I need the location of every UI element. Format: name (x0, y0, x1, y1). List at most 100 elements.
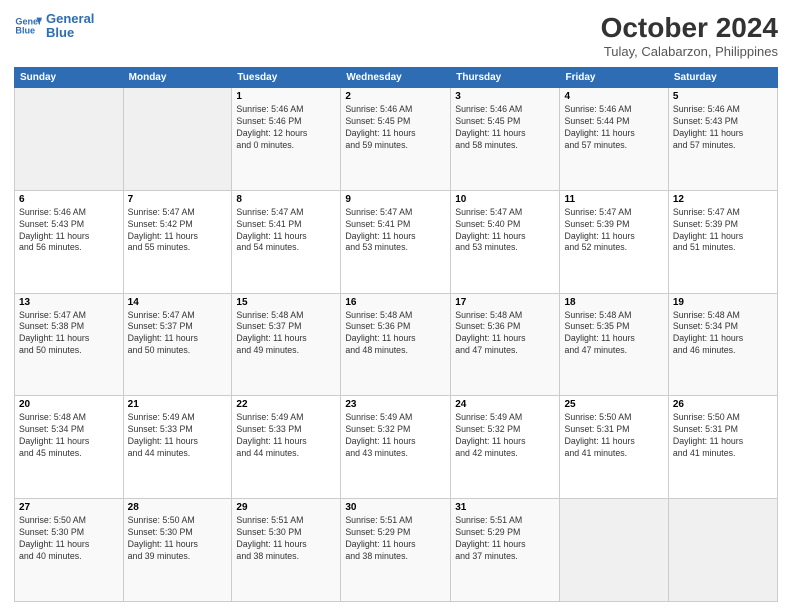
calendar-header-friday: Friday (560, 68, 668, 88)
day-info: Sunrise: 5:51 AM Sunset: 5:30 PM Dayligh… (236, 515, 336, 563)
calendar-cell: 17Sunrise: 5:48 AM Sunset: 5:36 PM Dayli… (451, 293, 560, 396)
calendar-header-row: SundayMondayTuesdayWednesdayThursdayFrid… (15, 68, 778, 88)
day-number: 30 (345, 502, 446, 513)
day-info: Sunrise: 5:48 AM Sunset: 5:37 PM Dayligh… (236, 310, 336, 358)
calendar-table: SundayMondayTuesdayWednesdayThursdayFrid… (14, 67, 778, 602)
day-info: Sunrise: 5:48 AM Sunset: 5:36 PM Dayligh… (345, 310, 446, 358)
day-info: Sunrise: 5:48 AM Sunset: 5:34 PM Dayligh… (19, 412, 119, 460)
calendar-cell: 15 Sunrise: 5:48 AM Sunset: 5:37 PM Dayli… (232, 293, 341, 396)
day-info: Sunrise: 5:48 AM Sunset: 5:35 PM Dayligh… (564, 310, 663, 358)
day-info: Sunrise: 5:46 AM Sunset: 5:44 PM Dayligh… (564, 104, 663, 152)
calendar-cell: 18 Sunrise: 5:48 AM Sunset: 5:35 PM Dayli… (560, 293, 668, 396)
calendar-cell: 21 Sunrise: 5:49 AM Sunset: 5:33 PM Dayli… (123, 396, 232, 499)
calendar-cell: 13Sunrise: 5:47 AM Sunset: 5:38 PM Dayli… (15, 293, 124, 396)
calendar-cell: 3 Sunrise: 5:46 AM Sunset: 5:45 PM Daylig… (451, 88, 560, 191)
calendar-cell: 8 Sunrise: 5:47 AM Sunset: 5:41 PM Daylig… (232, 190, 341, 293)
calendar-header-thursday: Thursday (451, 68, 560, 88)
calendar-cell: 19Sunrise: 5:48 AM Sunset: 5:34 PM Dayli… (668, 293, 777, 396)
calendar-cell: 6 Sunrise: 5:46 AM Sunset: 5:43 PM Daylig… (15, 190, 124, 293)
calendar-header-monday: Monday (123, 68, 232, 88)
day-info: Sunrise: 5:48 AM Sunset: 5:36 PM Dayligh… (455, 310, 555, 358)
day-info: Sunrise: 5:47 AM Sunset: 5:38 PM Dayligh… (19, 310, 119, 358)
day-number: 20 (19, 399, 119, 410)
logo: General Blue General Blue (14, 12, 94, 41)
day-info: Sunrise: 5:51 AM Sunset: 5:29 PM Dayligh… (345, 515, 446, 563)
day-info: Sunrise: 5:49 AM Sunset: 5:32 PM Dayligh… (345, 412, 446, 460)
day-number: 29 (236, 502, 336, 513)
svg-text:Blue: Blue (15, 26, 35, 36)
main-title: October 2024 (601, 12, 778, 44)
calendar-cell: 24 Sunrise: 5:49 AM Sunset: 5:32 PM Dayli… (451, 396, 560, 499)
day-info: Sunrise: 5:47 AM Sunset: 5:42 PM Dayligh… (128, 207, 228, 255)
day-info: Sunrise: 5:47 AM Sunset: 5:37 PM Dayligh… (128, 310, 228, 358)
day-info: Sunrise: 5:47 AM Sunset: 5:39 PM Dayligh… (564, 207, 663, 255)
day-number: 3 (455, 91, 555, 102)
logo-line2: Blue (46, 26, 94, 40)
calendar-header-saturday: Saturday (668, 68, 777, 88)
calendar-cell: 26 Sunrise: 5:50 AM Sunset: 5:31 PM Dayli… (668, 396, 777, 499)
day-number: 1 (236, 91, 336, 102)
calendar-cell: 30 Sunrise: 5:51 AM Sunset: 5:29 PM Dayli… (341, 499, 451, 602)
day-number: 25 (564, 399, 663, 410)
calendar-header-wednesday: Wednesday (341, 68, 451, 88)
calendar-cell: 25Sunrise: 5:50 AM Sunset: 5:31 PM Dayli… (560, 396, 668, 499)
day-number: 6 (19, 194, 119, 205)
day-number: 21 (128, 399, 228, 410)
calendar-cell: 14 Sunrise: 5:47 AM Sunset: 5:37 PM Dayli… (123, 293, 232, 396)
calendar-cell: 4Sunrise: 5:46 AM Sunset: 5:44 PM Daylig… (560, 88, 668, 191)
day-number: 18 (564, 297, 663, 308)
calendar-week-row: 13Sunrise: 5:47 AM Sunset: 5:38 PM Dayli… (15, 293, 778, 396)
day-info: Sunrise: 5:46 AM Sunset: 5:46 PM Dayligh… (236, 104, 336, 152)
title-block: October 2024 Tulay, Calabarzon, Philippi… (601, 12, 778, 59)
day-info: Sunrise: 5:49 AM Sunset: 5:33 PM Dayligh… (128, 412, 228, 460)
day-info: Sunrise: 5:49 AM Sunset: 5:32 PM Dayligh… (455, 412, 555, 460)
day-info: Sunrise: 5:50 AM Sunset: 5:31 PM Dayligh… (673, 412, 773, 460)
day-info: Sunrise: 5:46 AM Sunset: 5:45 PM Dayligh… (455, 104, 555, 152)
day-number: 11 (564, 194, 663, 205)
day-number: 15 (236, 297, 336, 308)
calendar-cell: 5Sunrise: 5:46 AM Sunset: 5:43 PM Daylig… (668, 88, 777, 191)
subtitle: Tulay, Calabarzon, Philippines (601, 44, 778, 59)
day-info: Sunrise: 5:47 AM Sunset: 5:41 PM Dayligh… (236, 207, 336, 255)
calendar-cell: 29 Sunrise: 5:51 AM Sunset: 5:30 PM Dayli… (232, 499, 341, 602)
day-number: 5 (673, 91, 773, 102)
logo-line1: General (46, 12, 94, 26)
header: General Blue General Blue October 2024 T… (14, 12, 778, 59)
calendar-cell: 11 Sunrise: 5:47 AM Sunset: 5:39 PM Dayli… (560, 190, 668, 293)
calendar-cell: 16Sunrise: 5:48 AM Sunset: 5:36 PM Dayli… (341, 293, 451, 396)
day-number: 19 (673, 297, 773, 308)
calendar-cell (668, 499, 777, 602)
page: General Blue General Blue October 2024 T… (0, 0, 792, 612)
calendar-cell: 20 Sunrise: 5:48 AM Sunset: 5:34 PM Dayli… (15, 396, 124, 499)
calendar-cell: 9 Sunrise: 5:47 AM Sunset: 5:41 PM Daylig… (341, 190, 451, 293)
day-number: 10 (455, 194, 555, 205)
day-info: Sunrise: 5:47 AM Sunset: 5:41 PM Dayligh… (345, 207, 446, 255)
day-number: 24 (455, 399, 555, 410)
day-number: 22 (236, 399, 336, 410)
calendar-week-row: 20 Sunrise: 5:48 AM Sunset: 5:34 PM Dayli… (15, 396, 778, 499)
day-number: 8 (236, 194, 336, 205)
calendar-cell: 10 Sunrise: 5:47 AM Sunset: 5:40 PM Dayli… (451, 190, 560, 293)
day-number: 12 (673, 194, 773, 205)
day-number: 2 (345, 91, 446, 102)
calendar-cell: 28Sunrise: 5:50 AM Sunset: 5:30 PM Dayli… (123, 499, 232, 602)
calendar-cell (15, 88, 124, 191)
day-info: Sunrise: 5:47 AM Sunset: 5:40 PM Dayligh… (455, 207, 555, 255)
day-number: 7 (128, 194, 228, 205)
day-number: 23 (345, 399, 446, 410)
calendar-cell: 12 Sunrise: 5:47 AM Sunset: 5:39 PM Dayli… (668, 190, 777, 293)
calendar-header-sunday: Sunday (15, 68, 124, 88)
calendar-week-row: 27Sunrise: 5:50 AM Sunset: 5:30 PM Dayli… (15, 499, 778, 602)
day-number: 14 (128, 297, 228, 308)
day-info: Sunrise: 5:50 AM Sunset: 5:30 PM Dayligh… (128, 515, 228, 563)
calendar-week-row: 1 Sunrise: 5:46 AM Sunset: 5:46 PM Daylig… (15, 88, 778, 191)
day-info: Sunrise: 5:47 AM Sunset: 5:39 PM Dayligh… (673, 207, 773, 255)
day-info: Sunrise: 5:46 AM Sunset: 5:43 PM Dayligh… (19, 207, 119, 255)
calendar-cell: 7 Sunrise: 5:47 AM Sunset: 5:42 PM Daylig… (123, 190, 232, 293)
day-info: Sunrise: 5:50 AM Sunset: 5:30 PM Dayligh… (19, 515, 119, 563)
day-number: 26 (673, 399, 773, 410)
day-number: 9 (345, 194, 446, 205)
calendar-cell: 27Sunrise: 5:50 AM Sunset: 5:30 PM Dayli… (15, 499, 124, 602)
calendar-cell: 2Sunrise: 5:46 AM Sunset: 5:45 PM Daylig… (341, 88, 451, 191)
logo-icon: General Blue (14, 12, 42, 40)
